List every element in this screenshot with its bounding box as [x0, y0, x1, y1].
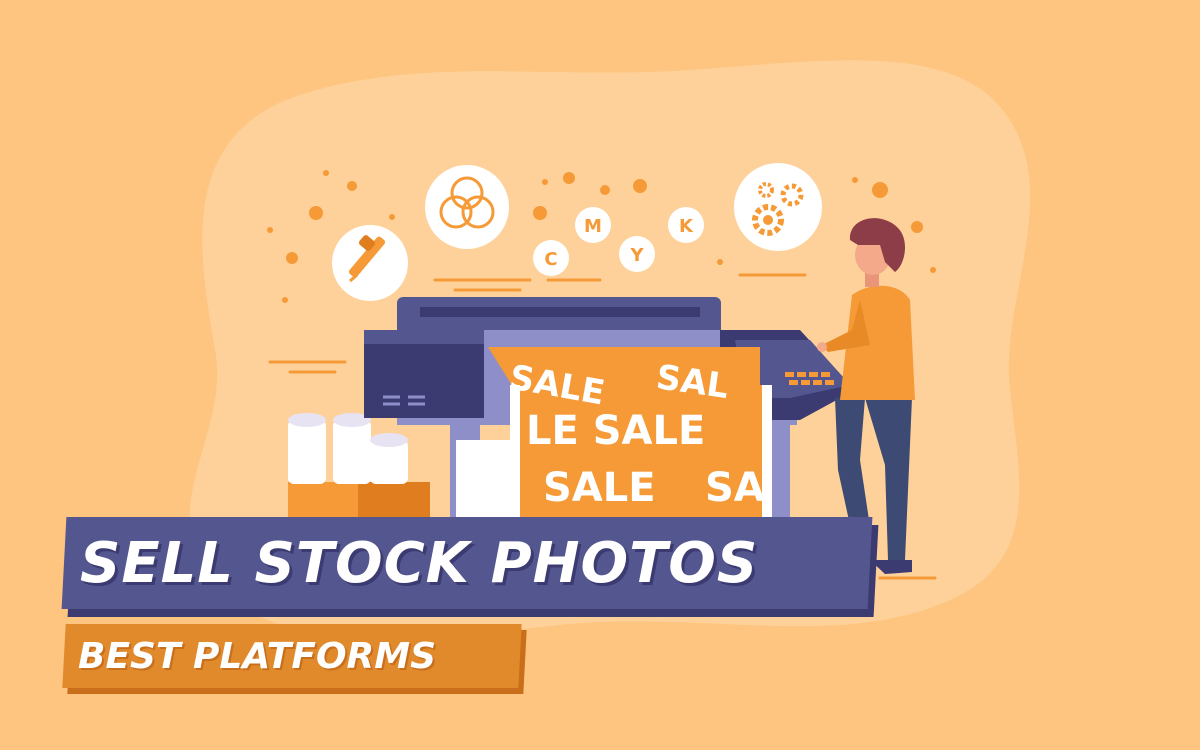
color-circles-icon — [425, 165, 509, 249]
gears-icon — [734, 163, 822, 251]
sale-text-5: SA — [705, 465, 765, 511]
subtitle-banner: BEST PLATFORMS — [62, 624, 527, 694]
sale-text-3: LE SALE — [526, 408, 705, 454]
sale-print: SALE SAL LE SALE SALE SA — [488, 347, 772, 520]
cmyk-letter-k: K — [679, 216, 694, 237]
cmyk-letter-m: M — [584, 216, 602, 237]
cmyk-letter-y: Y — [629, 245, 644, 266]
color-picker-icon — [332, 225, 408, 301]
page-title: SELL STOCK PHOTOS — [80, 530, 759, 596]
page-subtitle: BEST PLATFORMS — [78, 635, 437, 677]
sale-text-4: SALE — [543, 465, 656, 511]
cmyk-letter-c: C — [544, 249, 557, 270]
title-banner: SELL STOCK PHOTOS — [61, 517, 879, 617]
